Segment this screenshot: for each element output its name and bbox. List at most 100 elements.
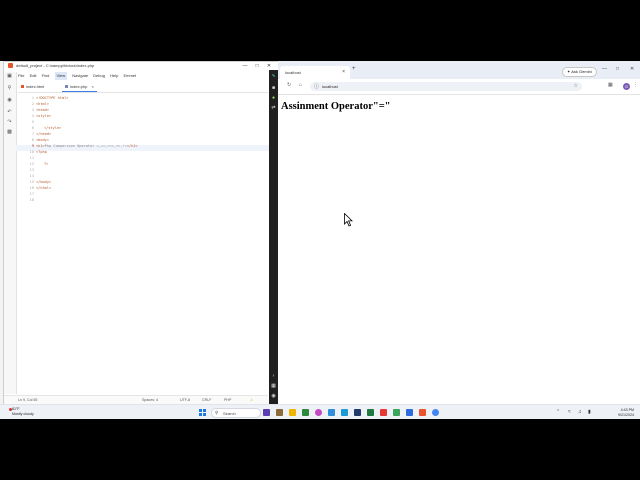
code-line: <style> bbox=[36, 114, 52, 118]
browser-window: localhost × + ✦ Ask Gemini — □ ✕ ↻ ⌂ ⓘ l… bbox=[278, 61, 640, 407]
editor-tab-bar: index.html index.php × bbox=[18, 83, 268, 93]
git-panel-icon[interactable]: ● bbox=[271, 96, 276, 101]
close-tab-icon[interactable]: × bbox=[342, 69, 345, 75]
share-icon[interactable]: ⇌ bbox=[271, 106, 276, 111]
code-line-current: <h1>Php Comparison Operator =,==,===,<>,… bbox=[36, 144, 138, 148]
undo-icon[interactable]: ↶ bbox=[7, 110, 12, 115]
browser-tab-title: localhost bbox=[285, 70, 301, 75]
site-info-icon[interactable]: ⓘ bbox=[314, 83, 319, 90]
menu-view[interactable]: View bbox=[54, 72, 68, 80]
tray-chevron-icon[interactable]: ⌃ bbox=[556, 409, 560, 415]
weather-description: Mostly cloudy bbox=[12, 411, 34, 416]
task-view-icon[interactable] bbox=[276, 409, 283, 416]
app-icon-teal[interactable] bbox=[393, 409, 400, 416]
mouse-pointer-icon bbox=[344, 213, 353, 227]
language-mode[interactable]: PHP bbox=[224, 398, 231, 402]
live-preview-icon[interactable]: ∿ bbox=[271, 74, 276, 79]
desktop-screen: default_project - C:\xampp\htdocs\index.… bbox=[0, 61, 640, 419]
encoding-setting[interactable]: UTF-8 bbox=[180, 398, 190, 402]
redo-icon[interactable]: ↷ bbox=[7, 120, 12, 125]
battery-icon[interactable]: ▮ bbox=[588, 409, 591, 415]
browser-page-content: Assinment Operator"=" bbox=[278, 95, 640, 407]
edge-browser-icon[interactable] bbox=[328, 409, 335, 416]
code-editor-taskbar-icon[interactable] bbox=[419, 409, 426, 416]
search-placeholder: Search bbox=[223, 410, 236, 416]
taskbar-search-box[interactable]: ⚲ Search bbox=[211, 408, 261, 418]
app-icon-word[interactable] bbox=[406, 409, 413, 416]
excel-icon[interactable] bbox=[367, 409, 374, 416]
copilot-app-icon[interactable] bbox=[263, 409, 270, 416]
editor-app-icon bbox=[8, 63, 13, 68]
close-icon[interactable]: ✕ bbox=[630, 66, 634, 72]
taskbar-clock[interactable]: 4:43 PM 9/21/2024 bbox=[606, 408, 634, 417]
chrome-taskbar-icon[interactable] bbox=[432, 409, 439, 416]
maximize-icon[interactable]: □ bbox=[616, 66, 619, 72]
search-icon[interactable]: ⚲ bbox=[7, 86, 12, 91]
git-icon[interactable]: ◉ bbox=[7, 98, 12, 103]
code-editor-window: default_project - C:\xampp\htdocs\index.… bbox=[3, 61, 279, 406]
bookmark-star-icon[interactable]: ☆ bbox=[574, 83, 578, 89]
code-line: </html> bbox=[36, 186, 52, 190]
tab-label: index.html bbox=[26, 84, 45, 89]
editor-window-title: default_project - C:\xampp\htdocs\index.… bbox=[16, 63, 95, 68]
file-explorer-icon[interactable] bbox=[289, 409, 296, 416]
code-line: <?php bbox=[36, 150, 47, 154]
close-icon[interactable]: ✕ bbox=[264, 62, 274, 70]
line-ending-setting[interactable]: CRLF bbox=[202, 398, 211, 402]
address-url: localhost bbox=[322, 84, 338, 89]
menu-help[interactable]: Help bbox=[110, 72, 118, 80]
grid-icon[interactable]: ▦ bbox=[271, 384, 276, 389]
browser-tab-localhost[interactable]: localhost × bbox=[280, 66, 350, 79]
wifi-icon[interactable]: ≈ bbox=[568, 409, 571, 415]
reload-icon[interactable]: ↻ bbox=[287, 82, 291, 88]
weather-widget[interactable]: 81°F Mostly cloudy bbox=[12, 407, 34, 416]
maximize-icon[interactable]: □ bbox=[252, 62, 262, 70]
extensions-puzzle-icon[interactable]: ▦ bbox=[608, 82, 613, 88]
volume-icon[interactable]: ♫ bbox=[578, 409, 582, 415]
extensions-icon[interactable]: ■ bbox=[271, 86, 276, 91]
windows-taskbar: 81°F Mostly cloudy ⚲ Search ⌃ ≈ ♫ ▮ 4:43… bbox=[0, 404, 640, 419]
tab-close-icon[interactable]: × bbox=[91, 84, 93, 89]
php-file-icon bbox=[65, 85, 68, 89]
ask-gemini-label: Ask Gemini bbox=[571, 69, 592, 74]
app-icon-pink[interactable] bbox=[315, 409, 322, 416]
warning-icon[interactable]: ⚠ bbox=[250, 398, 253, 402]
account-icon[interactable]: ◉ bbox=[271, 394, 276, 399]
menu-kebab-icon[interactable]: ⋮ bbox=[633, 82, 638, 88]
menu-emmet[interactable]: Emmet bbox=[123, 72, 136, 80]
address-bar[interactable]: ⓘ localhost ☆ bbox=[310, 82, 582, 91]
windows-start-icon[interactable] bbox=[199, 409, 206, 416]
profile-avatar[interactable]: G bbox=[623, 83, 630, 90]
tab-index-html[interactable]: index.html bbox=[18, 83, 47, 91]
menu-navigate[interactable]: Navigate bbox=[72, 72, 88, 80]
menu-find[interactable]: Find bbox=[42, 72, 50, 80]
spaces-setting[interactable]: Spaces: 4 bbox=[142, 398, 158, 402]
menu-file[interactable]: File bbox=[18, 72, 24, 80]
menu-edit[interactable]: Edit bbox=[30, 72, 37, 80]
app-icon-green[interactable] bbox=[302, 409, 309, 416]
tab-index-php[interactable]: index.php × bbox=[62, 83, 97, 92]
editor-right-toolbar: ∿ ■ ● ⇌ › ▦ ◉ bbox=[269, 70, 278, 405]
clock-date: 9/21/2024 bbox=[618, 412, 634, 417]
app-icon-red[interactable] bbox=[380, 409, 387, 416]
home-icon[interactable]: ⌂ bbox=[299, 82, 302, 88]
new-tab-icon[interactable]: + bbox=[352, 66, 356, 72]
search-icon: ⚲ bbox=[215, 410, 219, 415]
save-icon[interactable]: ▩ bbox=[7, 130, 12, 135]
browser-toolbar: ↻ ⌂ ⓘ localhost ☆ ▦ G ⋮ bbox=[278, 79, 640, 95]
editor-titlebar: default_project - C:\xampp\htdocs\index.… bbox=[4, 62, 278, 70]
editor-menubar: File Edit Find View Navigate Debug Help … bbox=[4, 72, 268, 80]
app-icon-blue[interactable] bbox=[341, 409, 348, 416]
minimize-icon[interactable]: — bbox=[240, 62, 250, 70]
cursor-position[interactable]: Ln 9, Col 55 bbox=[18, 398, 37, 402]
editor-left-sidebar: ▣ ⚲ ◉ ↶ ↷ ▩ bbox=[4, 72, 17, 394]
app-icon-navy[interactable] bbox=[354, 409, 361, 416]
browser-tab-strip: localhost × + ✦ Ask Gemini — □ ✕ bbox=[278, 61, 640, 79]
system-tray: ⌃ ≈ ♫ ▮ 4:43 PM 9/21/2024 bbox=[556, 407, 640, 419]
tab-label: index.php bbox=[70, 84, 88, 89]
menu-debug[interactable]: Debug bbox=[93, 72, 105, 80]
ask-gemini-button[interactable]: ✦ Ask Gemini bbox=[562, 67, 597, 77]
html-file-icon bbox=[21, 85, 24, 89]
minimize-icon[interactable]: — bbox=[602, 66, 607, 72]
terminal-icon[interactable]: › bbox=[271, 374, 276, 379]
